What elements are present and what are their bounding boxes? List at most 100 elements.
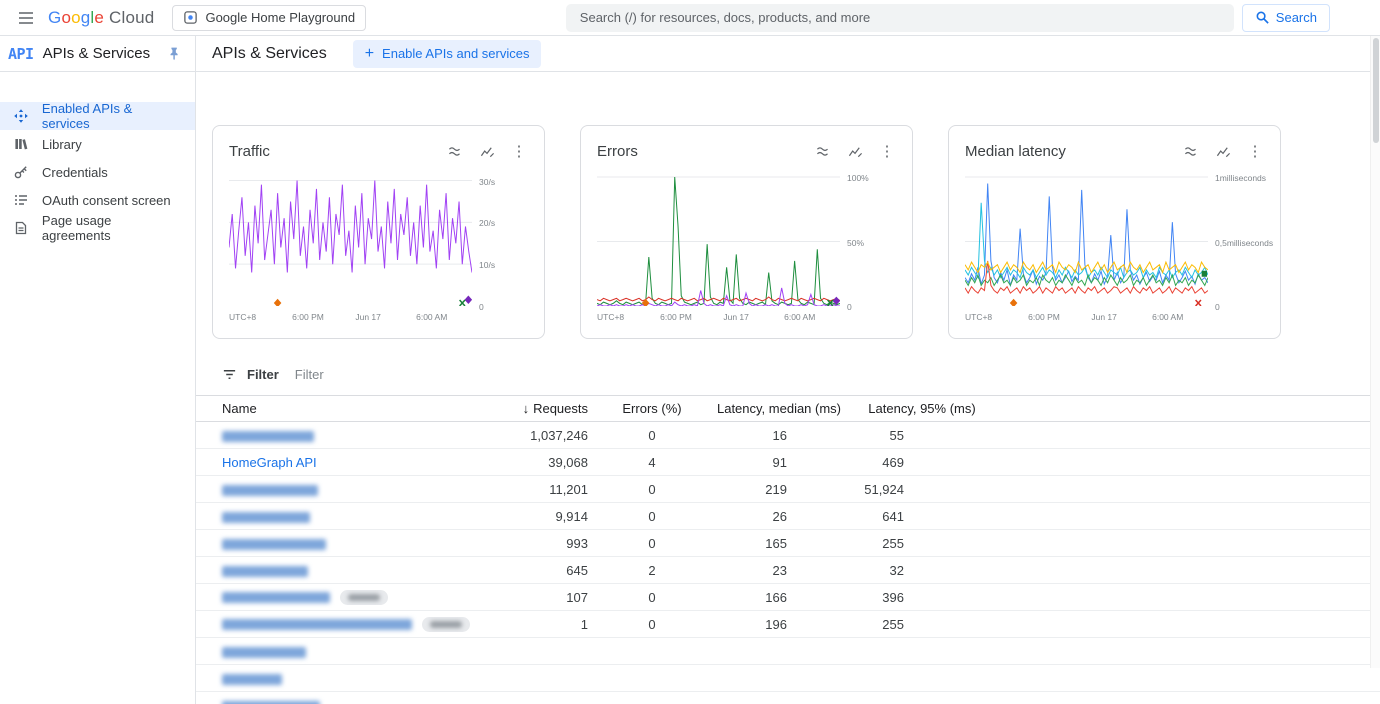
redacted-api-link[interactable] <box>222 539 326 550</box>
redacted-api-link[interactable] <box>222 592 330 603</box>
logo-letter: g <box>81 8 91 28</box>
y-tick-label: 0 <box>1215 302 1220 312</box>
sidebar-item-oauth-consent[interactable]: OAuth consent screen <box>0 186 195 214</box>
table-row[interactable]: 1 0 196 255 <box>196 611 1380 638</box>
logo-letter: o <box>61 8 71 28</box>
y-tick-label: 30/s <box>479 177 495 187</box>
more-options-button[interactable]: ⋮ <box>1246 142 1264 160</box>
project-selector-button[interactable]: Google Home Playground <box>172 5 366 31</box>
table-row[interactable]: 9,914 0 26 641 <box>196 503 1380 530</box>
chart-line-style-button[interactable] <box>446 142 464 160</box>
y-tick-label: 0 <box>479 302 484 312</box>
hamburger-icon <box>17 9 35 27</box>
table-row[interactable]: 645 2 23 32 <box>196 557 1380 584</box>
more-options-button[interactable]: ⋮ <box>878 142 896 160</box>
redacted-api-link[interactable] <box>222 674 282 685</box>
table-row[interactable]: 107 0 166 396 <box>196 584 1380 611</box>
table-row[interactable] <box>196 638 1380 665</box>
wave-lines-icon <box>448 144 463 159</box>
chart-title: Traffic <box>229 143 446 160</box>
key-icon <box>12 164 30 180</box>
logo-letter: G <box>48 8 61 28</box>
table-row[interactable]: 1,037,246 0 16 55 <box>196 422 1380 449</box>
x-tick: 6:00 AM <box>1152 312 1183 322</box>
requests-value: 107 <box>472 590 592 605</box>
latency-median-value: 91 <box>712 455 846 470</box>
x-tick: Jun 17 <box>355 312 381 322</box>
x-tick: Jun 17 <box>1091 312 1117 322</box>
traffic-plot <box>229 168 472 306</box>
product-title: APIs & Services <box>43 45 163 62</box>
library-icon <box>12 136 30 152</box>
metrics-explorer-button[interactable] <box>1214 142 1232 160</box>
sidebar-item-label: Library <box>42 137 82 152</box>
sidebar-item-label: OAuth consent screen <box>42 193 171 208</box>
table-row[interactable]: 993 0 165 255 <box>196 530 1380 557</box>
scrollbar-thumb[interactable] <box>1373 38 1379 143</box>
table-row[interactable] <box>196 665 1380 692</box>
apis-services-logo: API <box>8 45 34 63</box>
latency-median-value: 219 <box>712 482 846 497</box>
hamburger-menu-button[interactable] <box>10 2 42 34</box>
wave-lines-icon <box>1184 144 1199 159</box>
sub-header: API APIs & Services APIs & Services + En… <box>0 36 1380 72</box>
filter-input[interactable] <box>293 366 713 383</box>
redacted-api-link[interactable] <box>222 647 306 658</box>
x-axis-labels: UTC+8 6:00 PM Jun 17 6:00 AM <box>597 310 840 324</box>
y-tick-label: 20/s <box>479 218 495 228</box>
wave-lines-icon <box>816 144 831 159</box>
redacted-status-badge <box>340 590 388 605</box>
metrics-explorer-button[interactable] <box>846 142 864 160</box>
homegraph-api-link[interactable]: HomeGraph API <box>222 455 317 470</box>
metrics-explorer-button[interactable] <box>478 142 496 160</box>
x-tick: 6:00 PM <box>1028 312 1060 322</box>
latency-95-value: 51,924 <box>846 482 998 497</box>
chart-line-style-button[interactable] <box>1182 142 1200 160</box>
table-row[interactable]: 11,201 0 219 51,924 <box>196 476 1380 503</box>
project-name-label: Google Home Playground <box>205 10 355 25</box>
median-latency-chart-card: Median latency ⋮ 1mil <box>948 125 1281 339</box>
sidebar-item-library[interactable]: Library <box>0 130 195 158</box>
page-header: APIs & Services + Enable APIs and servic… <box>196 36 1380 71</box>
sort-descending-icon: ↓ <box>523 401 530 416</box>
search-button[interactable]: Search <box>1242 4 1330 32</box>
errors-value: 4 <box>592 455 712 470</box>
y-axis-labels: 1milliseconds0,5milliseconds0 <box>1208 168 1264 306</box>
enable-apis-button[interactable]: + Enable APIs and services <box>353 40 542 68</box>
sidebar-item-enabled-apis[interactable]: Enabled APIs & services <box>0 102 195 130</box>
pin-button[interactable] <box>163 43 185 65</box>
agreements-icon <box>12 220 30 236</box>
more-options-button[interactable]: ⋮ <box>510 142 528 160</box>
column-header-name[interactable]: Name <box>222 401 472 416</box>
redacted-api-link[interactable] <box>222 701 320 704</box>
filter-label[interactable]: Filter <box>247 367 279 382</box>
redacted-api-link[interactable] <box>222 619 412 630</box>
chart-line-style-button[interactable] <box>814 142 832 160</box>
table-row[interactable]: HomeGraph API 39,068 4 91 469 <box>196 449 1380 476</box>
y-tick-label: 0,5milliseconds <box>1215 238 1273 248</box>
errors-value: 2 <box>592 563 712 578</box>
x-tick: 6:00 PM <box>292 312 324 322</box>
search-input[interactable] <box>566 4 1234 32</box>
latency-median-value: 26 <box>712 509 846 524</box>
sidebar-item-credentials[interactable]: Credentials <box>0 158 195 186</box>
column-header-requests[interactable]: ↓Requests <box>472 401 592 416</box>
redacted-api-link[interactable] <box>222 485 318 496</box>
column-header-errors[interactable]: Errors (%) <box>592 401 712 416</box>
requests-value: 645 <box>472 563 592 578</box>
logo-letter: e <box>94 8 104 28</box>
redacted-api-link[interactable] <box>222 566 308 577</box>
column-header-latency-median[interactable]: Latency, median (ms) <box>712 401 846 416</box>
latency-95-value: 55 <box>846 428 998 443</box>
y-tick-label: 10/s <box>479 260 495 270</box>
table-row[interactable] <box>196 692 1380 704</box>
requests-value: 1 <box>472 617 592 632</box>
sidebar-item-page-usage-agreements[interactable]: Page usage agreements <box>0 214 195 242</box>
logo-cloud-text: Cloud <box>109 8 154 28</box>
redacted-api-link[interactable] <box>222 431 314 442</box>
line-chart-slash-icon <box>1216 144 1231 159</box>
latency-median-value: 23 <box>712 563 846 578</box>
x-tick: 6:00 AM <box>784 312 815 322</box>
column-header-latency-95[interactable]: Latency, 95% (ms) <box>846 401 998 416</box>
redacted-api-link[interactable] <box>222 512 310 523</box>
